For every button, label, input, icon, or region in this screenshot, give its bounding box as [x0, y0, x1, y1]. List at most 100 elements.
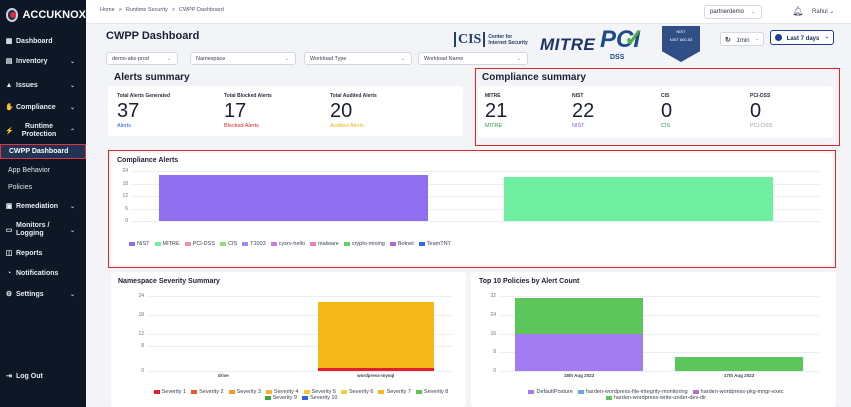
- legend-swatch: [577, 390, 584, 394]
- gridline: [131, 221, 821, 222]
- logout-icon: ⇥: [6, 373, 12, 380]
- y-tick-label: 24: [122, 168, 128, 174]
- user-name: Rahul: [812, 9, 828, 15]
- legend-item[interactable]: harden-wordpress-write-under-dev-dir: [605, 395, 706, 401]
- sidebar-item-notifications[interactable]: ◔ Notifications: [0, 266, 86, 280]
- stat-label: PCI-DSS: [750, 93, 771, 99]
- legend-item[interactable]: Severity 2: [191, 389, 224, 395]
- y-tick-label: 24: [490, 311, 496, 318]
- workload-type-filter[interactable]: Workload Type ⌄: [304, 52, 412, 65]
- sidebar-item-app-behavior[interactable]: App Behavior: [0, 163, 86, 177]
- legend-swatch: [270, 242, 277, 246]
- legend-item[interactable]: TeamTNT: [418, 241, 451, 247]
- legend-item[interactable]: CIS: [219, 241, 237, 247]
- legend-swatch: [266, 390, 273, 394]
- legend-item[interactable]: PCI-DSS: [184, 241, 215, 247]
- sidebar-item-label: Inventory: [16, 57, 48, 65]
- legend-swatch: [418, 242, 425, 246]
- legend-label: Botnet: [397, 241, 414, 247]
- legend-item[interactable]: Severity 6: [340, 389, 374, 395]
- legend-swatch: [343, 242, 350, 246]
- legend-swatch: [415, 390, 422, 394]
- legend-label: Severity 6: [348, 389, 374, 395]
- chevron-down-icon: ⌄: [69, 291, 75, 298]
- chevron-down-icon: ⌄: [754, 36, 759, 42]
- reports-icon: ◫: [5, 250, 13, 257]
- legend-swatch: [303, 390, 310, 394]
- stat-value: 17: [224, 100, 247, 122]
- legend-item[interactable]: cysrv-hello: [270, 241, 305, 247]
- legend-item[interactable]: Botnet: [389, 241, 414, 247]
- sidebar-item-issues[interactable]: ▲ Issues ⌄: [0, 78, 86, 92]
- cis-logo-text-line2: Internet Security: [488, 39, 528, 46]
- legend-item[interactable]: DefaultPosture: [528, 389, 573, 395]
- stat-value: 37: [117, 100, 140, 122]
- namespace-filter[interactable]: Namespace ⌄: [190, 52, 296, 65]
- stat-sub: CIS: [661, 123, 671, 129]
- stat-cis[interactable]: CIS 0 CIS: [661, 93, 672, 129]
- user-menu[interactable]: Rahul ⌄: [812, 8, 834, 15]
- logout-button[interactable]: ⇥ Log Out: [0, 369, 86, 383]
- legend-item[interactable]: crypto-mining: [343, 241, 385, 247]
- workload-type-filter-value: Workload Type: [310, 56, 347, 62]
- stat-label: NIST: [572, 93, 584, 99]
- legend-item[interactable]: T1003: [242, 241, 266, 247]
- sidebar-item-label: Reports: [16, 249, 43, 257]
- sidebar-item-reports[interactable]: ◫ Reports: [0, 246, 86, 260]
- workspace-select[interactable]: partnerdemo ⌄: [704, 5, 762, 19]
- x-axis-label: drive: [217, 373, 229, 378]
- y-tick-label: 0: [125, 218, 128, 224]
- time-range-value: Last 7 days: [786, 36, 820, 42]
- y-tick-label: 12: [138, 330, 144, 337]
- sidebar-item-monitors-logging[interactable]: ▭ Monitors / Logging ⌄: [0, 220, 86, 240]
- main-content: CWPP Dashboard demo-aks-prod ⌄ Namespace…: [86, 24, 851, 407]
- stat-label: Total Alerts Generated: [117, 93, 171, 99]
- accuknox-logo[interactable]: ACCUKNOX: [0, 0, 86, 30]
- legend-item[interactable]: Severity 8: [415, 389, 448, 395]
- legend-item[interactable]: Severity 1: [153, 389, 186, 395]
- sidebar-item-dashboard[interactable]: ▦ Dashboard: [0, 34, 86, 48]
- legend-item[interactable]: NIST: [129, 241, 150, 247]
- legend-item[interactable]: MITRE: [154, 241, 180, 247]
- legend-label: TeamTNT: [426, 241, 451, 247]
- y-tick-label: 18: [122, 180, 128, 187]
- legend-item[interactable]: Severity 9: [264, 395, 297, 401]
- y-tick-label: 16: [490, 330, 496, 337]
- gridline: [147, 296, 452, 297]
- legend-item[interactable]: Severity 3: [228, 389, 261, 395]
- stat-total-alerts[interactable]: Total Alerts Generated 37 Alerts: [117, 93, 170, 129]
- chevron-down-icon: ⌄: [824, 34, 829, 40]
- stat-audited-alerts[interactable]: Total Audited Alerts 20 Audited Alerts: [330, 93, 377, 129]
- notification-bell-icon[interactable]: 🔔︎: [792, 6, 803, 17]
- breadcrumb-home[interactable]: Home: [100, 7, 115, 13]
- legend-item[interactable]: malware: [310, 241, 339, 247]
- cluster-filter[interactable]: demo-aks-prod ⌄: [106, 52, 178, 65]
- sidebar-item-cwpp-dashboard[interactable]: CWPP Dashboard: [0, 144, 86, 159]
- stat-blocked-alerts[interactable]: Total Blocked Alerts 17 Blocked Alerts: [224, 93, 272, 129]
- y-tick-label: 12: [122, 193, 128, 199]
- stat-pci-dss[interactable]: PCI-DSS 0 PCI-DSS: [750, 93, 772, 129]
- top-bar: Home > Runtime Security > CWPP Dashboard…: [86, 0, 851, 24]
- inventory-icon: ▤: [5, 58, 13, 65]
- stat-nist[interactable]: NIST 22 NIST: [572, 93, 594, 129]
- stat-mitre[interactable]: MITRE 21 MITRE: [485, 93, 507, 129]
- sidebar-item-policies[interactable]: Policies: [0, 180, 86, 194]
- legend-item[interactable]: Severity 10: [301, 395, 337, 401]
- time-range-select[interactable]: Last 7 days ⌄: [770, 30, 834, 45]
- sidebar-item-compliance[interactable]: ✋ Compliance ⌄: [0, 100, 86, 114]
- legend-item[interactable]: harden-wordpress-pkg-mngr-exec: [692, 389, 784, 395]
- refresh-interval-select[interactable]: ↻ 1min ⌄: [720, 32, 764, 46]
- stat-value: 0: [661, 100, 673, 122]
- y-tick-label: 32: [490, 293, 496, 299]
- sidebar-item-runtime-protection[interactable]: ⚡ Runtime Protection ⌃: [0, 121, 86, 141]
- sidebar-item-inventory[interactable]: ▤ Inventory ⌄: [0, 54, 86, 68]
- pci-dss-logo: PCI ✓ DSS: [600, 25, 648, 66]
- cluster-filter-value: demo-aks-prod: [112, 56, 149, 62]
- sidebar-item-settings[interactable]: ⚙ Settings ⌄: [0, 287, 86, 301]
- legend-item[interactable]: Severity 7: [378, 389, 411, 395]
- sidebar-item-remediation[interactable]: ▣ Remediation ⌄: [0, 199, 86, 213]
- breadcrumb-runtime-security[interactable]: Runtime Security: [126, 7, 168, 13]
- sidebar-item-label: Settings: [16, 290, 44, 298]
- refresh-icon: ↻: [725, 37, 731, 44]
- legend-swatch: [301, 396, 308, 400]
